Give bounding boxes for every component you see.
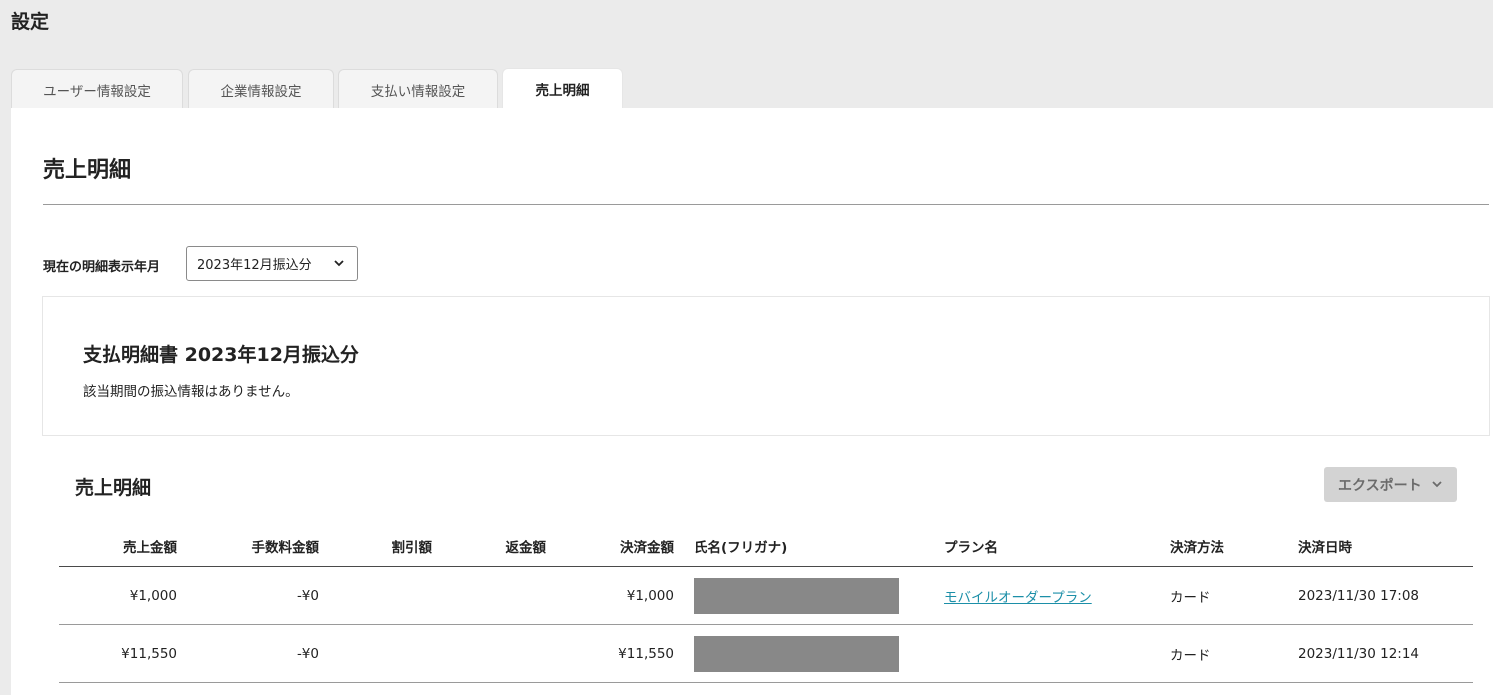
sales-amount: ¥11,550 [121,645,177,662]
payment-datetime: 2023/11/30 17:08 [1298,587,1420,604]
divider [43,204,1489,205]
sales-panel: 売上明細 現在の明細表示年月 2023年12月振込分 支払明細書 2023年12… [11,108,1493,695]
plan-link[interactable]: モバイルオーダープラン [944,586,1092,606]
period-select[interactable]: 2023年12月振込分 [186,246,358,281]
redacted-name [694,635,899,672]
chevron-down-icon [1432,481,1442,488]
payment-datetime: 2023/11/30 12:14 [1298,645,1420,662]
column-header: 決済日時 [1298,540,1352,556]
column-header: 割引額 [391,540,433,556]
plan-name [944,625,1164,682]
refund-amount [432,567,546,624]
table-row: ¥11,550 -¥0 ¥11,550 カード 2023/11/30 12:14 [59,625,1473,683]
tab-user-info[interactable]: ユーザー情報設定 [11,69,183,109]
statement-card: 支払明細書 2023年12月振込分 該当期間の振込情報はありません。 [42,296,1490,436]
column-header: 手数料金額 [251,540,320,556]
sales-table: 売上金額 手数料金額 割引額 返金額 決済金額 氏名(フリガナ) プラン名 決済… [59,526,1473,683]
redacted-name [694,577,899,614]
table-header: 売上金額 手数料金額 割引額 返金額 決済金額 氏名(フリガナ) プラン名 決済… [59,526,1473,567]
column-header: 決済方法 [1170,540,1224,556]
tab-company-info[interactable]: 企業情報設定 [188,69,334,109]
statement-message: 該当期間の振込情報はありません。 [83,384,299,400]
column-header: 決済金額 [620,540,674,556]
table-row: ¥1,000 -¥0 ¥1,000 モバイルオーダープラン カード 2023/1… [59,567,1473,625]
plan-name: モバイルオーダープラン [944,567,1164,624]
sales-amount: ¥1,000 [129,587,177,604]
export-button-label: エクスポート [1338,477,1422,494]
section-title: 売上明細 [43,158,132,183]
column-header: 売上金額 [123,540,177,556]
chevron-down-icon [334,260,344,267]
customer-name [694,625,924,682]
payment-amount: ¥11,550 [618,645,674,662]
customer-name [694,567,924,624]
discount-amount [319,625,432,682]
payment-method: カード [1170,589,1211,606]
period-label: 現在の明細表示年月 [43,260,161,275]
fee-amount: -¥0 [296,645,319,662]
column-header: プラン名 [944,540,998,556]
payment-method: カード [1170,647,1211,664]
fee-amount: -¥0 [296,587,319,604]
tab-sales-details[interactable]: 売上明細 [502,68,623,109]
period-select-value: 2023年12月振込分 [197,258,312,273]
tab-payment-info[interactable]: 支払い情報設定 [338,69,498,109]
column-header: 氏名(フリガナ) [694,540,788,556]
statement-title: 支払明細書 2023年12月振込分 [83,344,359,366]
refund-amount [432,625,546,682]
page-title: 設定 [11,11,50,33]
payment-amount: ¥1,000 [626,587,674,604]
discount-amount [319,567,432,624]
export-button[interactable]: エクスポート [1324,467,1457,502]
column-header: 返金額 [505,540,547,556]
sales-title: 売上明細 [75,477,152,499]
